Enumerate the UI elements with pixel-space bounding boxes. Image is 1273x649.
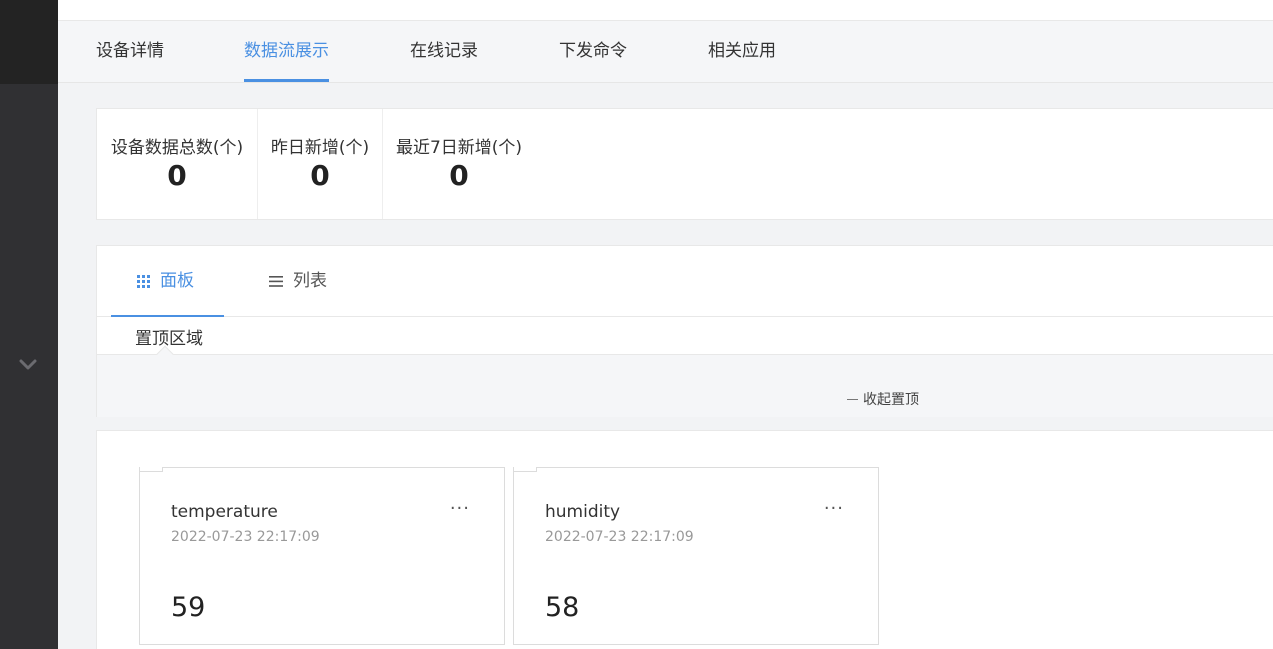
tab-label: 面板 — [160, 271, 194, 291]
pinned-area-title: 置顶区域 — [135, 329, 203, 349]
card-corner-tab — [513, 467, 537, 472]
sidebar-header — [0, 0, 58, 84]
grid-icon — [137, 274, 150, 288]
sidebar-expand-button[interactable] — [17, 354, 39, 376]
card-corner-tab — [139, 467, 163, 472]
minus-icon — [847, 398, 858, 400]
view-mode-tabs: 面板 列表 — [97, 246, 1273, 317]
stat-value: 0 — [449, 159, 469, 192]
data-stream-cards: temperature 2022-07-23 22:17:09 ··· 59 h… — [96, 430, 1273, 649]
data-stream-card[interactable]: humidity 2022-07-23 22:17:09 ··· 58 — [513, 467, 879, 645]
data-panel: 面板 列表 置顶区域 收起置顶 — [96, 245, 1273, 417]
tab-panel-view[interactable]: 面板 — [111, 246, 224, 317]
more-options-icon[interactable]: ··· — [450, 498, 470, 519]
more-options-icon[interactable]: ··· — [824, 498, 844, 519]
tab-related-apps[interactable]: 相关应用 — [708, 21, 776, 82]
stat-label: 昨日新增(个) — [270, 138, 370, 158]
pinned-area — [97, 354, 1273, 417]
card-name: temperature — [171, 502, 278, 522]
card-name: humidity — [545, 502, 621, 522]
device-tabs: 设备详情 数据流展示 在线记录 下发命令 相关应用 — [58, 21, 1273, 83]
stat-label: 设备数据总数(个) — [110, 138, 244, 158]
card-value: 58 — [545, 592, 580, 623]
stat-value: 0 — [310, 159, 330, 192]
main-content: 设备详情 数据流展示 在线记录 下发命令 相关应用 设备数据总数(个) 0 昨日… — [58, 0, 1273, 649]
tab-data-stream[interactable]: 数据流展示 — [244, 21, 329, 82]
stat-label: 最近7日新增(个) — [395, 138, 523, 158]
tab-list-view[interactable]: 列表 — [269, 246, 327, 316]
collapse-pinned-label: 收起置顶 — [863, 392, 919, 408]
list-icon — [269, 275, 283, 287]
stat-last-7-days: 最近7日新增(个) 0 — [383, 109, 535, 219]
stats-panel: 设备数据总数(个) 0 昨日新增(个) 0 最近7日新增(个) 0 — [96, 108, 1273, 220]
card-timestamp: 2022-07-23 22:17:09 — [545, 529, 694, 545]
card-value: 59 — [171, 592, 206, 623]
stat-total: 设备数据总数(个) 0 — [97, 109, 257, 219]
tab-online-records[interactable]: 在线记录 — [410, 21, 478, 82]
tab-label: 列表 — [293, 271, 327, 291]
tab-send-command[interactable]: 下发命令 — [559, 21, 627, 82]
chevron-down-icon — [19, 359, 37, 370]
card-timestamp: 2022-07-23 22:17:09 — [171, 529, 320, 545]
top-bar — [58, 0, 1273, 21]
sidebar — [0, 0, 58, 649]
stat-value: 0 — [167, 159, 187, 192]
tab-device-details[interactable]: 设备详情 — [96, 21, 164, 82]
collapse-pinned-button[interactable]: 收起置顶 — [847, 389, 919, 409]
stat-yesterday: 昨日新增(个) 0 — [258, 109, 382, 219]
data-stream-card[interactable]: temperature 2022-07-23 22:17:09 ··· 59 — [139, 467, 505, 645]
